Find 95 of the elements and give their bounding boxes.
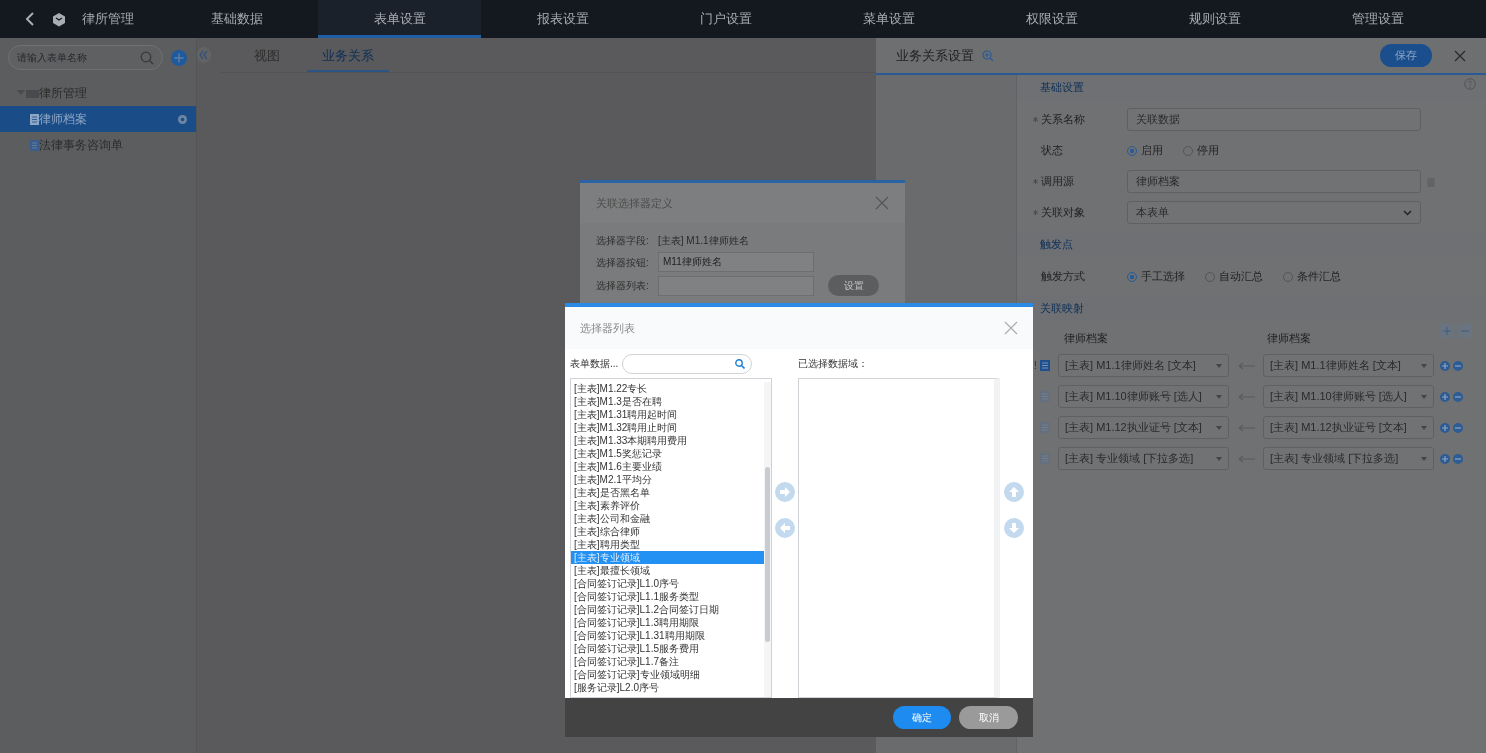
field-label: 关系名称 — [1041, 112, 1085, 128]
list-item[interactable]: [主表]M1.22专长 — [571, 381, 764, 395]
field-label: 选择器字段: — [596, 233, 650, 248]
list-item[interactable]: [合同签订记录]专业领域明细 — [571, 667, 764, 681]
arrow-right-icon[interactable] — [775, 482, 795, 503]
field-label: 触发方式 — [1041, 269, 1085, 285]
caret-down-icon — [1216, 394, 1222, 399]
row-handle-icon[interactable] — [1040, 453, 1050, 464]
cube-icon — [52, 11, 66, 27]
save-button[interactable]: 保存 — [1380, 44, 1432, 67]
add-circle-icon[interactable] — [1440, 360, 1450, 371]
add-icon[interactable] — [171, 49, 187, 66]
list-item[interactable]: [合同签订记录]L1.31聘用期限 — [571, 628, 764, 642]
tree-item[interactable]: 律师档案 — [0, 106, 196, 132]
close-icon[interactable] — [875, 196, 889, 210]
list-item[interactable]: [主表]M1.6主要业绩 — [571, 459, 764, 473]
field-label: 表单数据... — [570, 357, 619, 372]
add-circle-icon[interactable] — [1440, 422, 1450, 433]
gear-icon — [177, 113, 188, 125]
nav-tab[interactable]: 菜单设置 — [807, 0, 970, 38]
list-item[interactable]: [主表]M1.3是否在聘 — [571, 394, 764, 408]
plus-icon[interactable] — [1440, 324, 1454, 338]
field-label: 调用源 — [1041, 174, 1074, 190]
caret-down-icon — [1216, 456, 1222, 461]
caret-down-icon — [1216, 363, 1222, 368]
panel-title: 业务关系设置 — [896, 46, 974, 65]
document-icon — [30, 139, 39, 151]
field-label: 关联对象 — [1041, 205, 1085, 221]
caret-down-icon — [1421, 363, 1427, 368]
field-label: 选择器列表: — [596, 279, 650, 293]
nav-tab[interactable]: 规则设置 — [1133, 0, 1296, 38]
chevron-down-icon — [1403, 209, 1412, 216]
nav-tab[interactable]: 报表设置 — [481, 0, 644, 38]
list-item[interactable]: [主表]最擅长领域 — [571, 563, 764, 577]
list-item[interactable]: [主表]公司和金融 — [571, 511, 764, 525]
column-header: 律师档案 — [1267, 330, 1311, 346]
list-item[interactable]: [主表]M2.1平均分 — [571, 472, 764, 486]
remove-circle-icon[interactable] — [1453, 391, 1463, 402]
collapse-icon[interactable] — [197, 47, 211, 63]
list-item[interactable]: [合同签订记录]L1.7备注 — [571, 654, 764, 668]
search-icon — [735, 358, 746, 369]
search-icon — [140, 51, 154, 65]
close-icon[interactable] — [1454, 49, 1466, 62]
caret-down-icon — [1216, 425, 1222, 430]
remove-circle-icon[interactable] — [1453, 422, 1463, 433]
confirm-button[interactable]: 确定 — [893, 706, 951, 729]
field-label: 已选择数据域： — [798, 357, 868, 372]
arrow-down-icon[interactable] — [1004, 518, 1024, 539]
caret-down-icon — [1421, 456, 1427, 461]
list-item[interactable]: [合同签订记录]L1.0序号 — [571, 576, 764, 590]
nav-tab[interactable]: 权限设置 — [970, 0, 1133, 38]
help-icon[interactable] — [1464, 78, 1476, 90]
zoom-in-icon[interactable] — [982, 49, 994, 62]
list-item[interactable]: [主表]M1.31聘用起时间 — [571, 407, 764, 421]
list-item[interactable]: [合同签订记录]L1.2合同签订日期 — [571, 602, 764, 616]
caret-down-icon — [1421, 394, 1427, 399]
row-handle-icon[interactable] — [1040, 391, 1050, 402]
list-item[interactable]: [主表]是否黑名单 — [571, 485, 764, 499]
nav-tab[interactable]: 管理设置 — [1296, 0, 1459, 38]
app-title: 律所管理 — [82, 10, 134, 29]
list-item[interactable]: [主表]聘用类型 — [571, 537, 764, 551]
caret-down-icon — [1421, 425, 1427, 430]
field-label: 选择器按钮: — [596, 255, 650, 270]
list-item[interactable]: [服务记录]L2.0序号 — [571, 680, 764, 694]
row-handle-icon[interactable] — [1040, 422, 1050, 433]
row-handle-icon[interactable] — [1040, 360, 1050, 371]
add-circle-icon[interactable] — [1440, 453, 1450, 464]
close-icon[interactable] — [1004, 321, 1018, 335]
list-item[interactable]: [合同签订记录]L1.5服务费用 — [571, 641, 764, 655]
nav-tab[interactable]: 门户设置 — [644, 0, 807, 38]
list-item[interactable]: [合同签订记录]L1.1服务类型 — [571, 589, 764, 603]
add-circle-icon[interactable] — [1440, 391, 1450, 402]
remove-circle-icon[interactable] — [1453, 453, 1463, 464]
minus-icon[interactable] — [1458, 324, 1472, 338]
set-button[interactable]: 设置 — [828, 275, 879, 296]
field-value: [主表] M1.1律师姓名 — [658, 233, 749, 248]
nav-tab[interactable]: 基础数据 — [155, 0, 318, 38]
back-icon[interactable] — [24, 11, 36, 27]
arrow-left-icon[interactable] — [775, 518, 795, 539]
arrow-up-icon[interactable] — [1004, 482, 1024, 503]
list-item[interactable]: [主表]素养评价 — [571, 498, 764, 512]
remove-circle-icon[interactable] — [1453, 360, 1463, 371]
list-item[interactable]: [主表]综合律师 — [571, 524, 764, 538]
field-label: 状态 — [1041, 143, 1063, 159]
list-item[interactable]: [主表]M1.32聘用止时间 — [571, 420, 764, 434]
scrollbar-thumb[interactable] — [765, 466, 770, 642]
document-icon — [30, 113, 39, 125]
dialog-title: 选择器列表 — [580, 320, 635, 336]
text-field[interactable]: M11律师姓名 — [658, 252, 814, 272]
nav-tab[interactable]: 表单设置 — [318, 0, 481, 38]
list-item[interactable]: [主表]M1.33本期聘用费用 — [571, 433, 764, 447]
warning-mark: ! — [1034, 359, 1038, 373]
list-item[interactable]: [主表]M1.5奖惩记录 — [571, 446, 764, 460]
column-header: 律师档案 — [1064, 330, 1109, 346]
list-item[interactable]: [合同签订记录]L1.3聘用期限 — [571, 615, 764, 629]
